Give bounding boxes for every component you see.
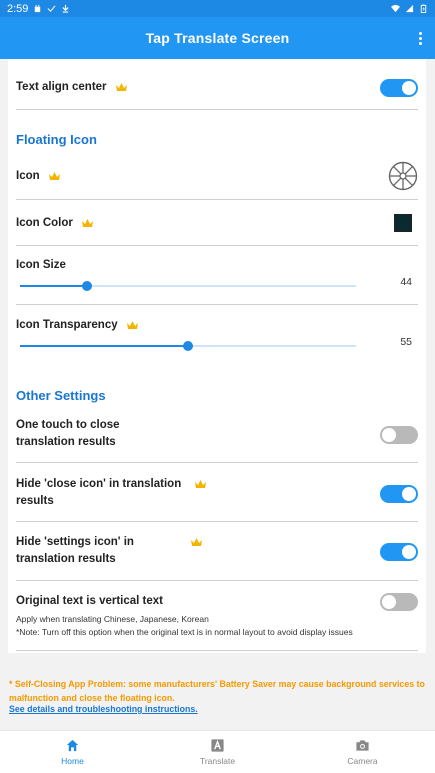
- divider: [16, 521, 418, 522]
- icon-transparency-label: Icon Transparency: [16, 319, 118, 331]
- setting-icon-transparency: Icon Transparency: [16, 317, 418, 337]
- status-bar: 2:59: [0, 0, 435, 17]
- premium-crown-icon: [195, 479, 207, 488]
- wifi-icon: [391, 4, 400, 13]
- vertical-text-warning-note: *Note: Turn off this option when the ori…: [16, 627, 353, 637]
- premium-crown-icon: [82, 218, 94, 227]
- download-icon: [62, 4, 70, 13]
- camera-icon: [356, 740, 369, 751]
- divider: [16, 650, 418, 651]
- slider-thumb[interactable]: [183, 341, 193, 351]
- setting-hide-settings-icon[interactable]: Hide 'settings icon' in translation resu…: [16, 534, 418, 570]
- icon-transparency-slider[interactable]: [20, 341, 356, 351]
- vertical-text-label: Original text is vertical text: [16, 595, 164, 607]
- icon-size-value: 44: [400, 276, 412, 288]
- setting-icon-color[interactable]: Icon Color: [16, 214, 418, 234]
- hide-settings-icon-label: Hide 'settings icon' in: [16, 536, 134, 548]
- nav-translate[interactable]: Translate: [145, 731, 290, 773]
- slider-fill: [20, 345, 188, 347]
- icon-size-label: Icon Size: [16, 259, 66, 271]
- icon-color-label: Icon Color: [16, 217, 73, 229]
- setting-vertical-text[interactable]: Original text is vertical text Apply whe…: [16, 593, 418, 643]
- vertical-text-note: Apply when translating Chinese, Japanese…: [16, 614, 209, 624]
- one-touch-close-label: One touch to close: [16, 419, 120, 431]
- home-icon: [66, 739, 79, 752]
- nav-home-label: Home: [61, 756, 84, 766]
- nav-home[interactable]: Home: [0, 731, 145, 773]
- troubleshooting-link[interactable]: See details and troubleshooting instruct…: [9, 704, 198, 714]
- android-icon: [35, 4, 41, 13]
- app-bar: Tap Translate Screen: [0, 17, 435, 59]
- premium-crown-icon: [126, 320, 138, 329]
- hide-close-icon-label-2: results: [16, 495, 54, 507]
- hide-close-icon-toggle[interactable]: [380, 485, 418, 503]
- divider: [16, 245, 418, 246]
- status-time: 2:59: [7, 2, 29, 15]
- settings-card: Text align center Floating Icon Icon Ico…: [8, 59, 426, 653]
- text-align-center-toggle[interactable]: [380, 79, 418, 97]
- battery-icon: [420, 4, 427, 13]
- check-icon: [47, 5, 57, 13]
- setting-hide-close-icon[interactable]: Hide 'close icon' in translation results: [16, 476, 418, 512]
- premium-crown-icon: [191, 538, 202, 546]
- icon-color-swatch[interactable]: [394, 214, 412, 232]
- hide-settings-icon-toggle[interactable]: [380, 543, 418, 561]
- nav-camera[interactable]: Camera: [290, 731, 435, 773]
- translate-icon: [211, 739, 224, 752]
- setting-text-align-center[interactable]: Text align center: [16, 78, 418, 98]
- one-touch-close-toggle[interactable]: [380, 426, 418, 444]
- divider: [16, 580, 418, 581]
- setting-icon-size: Icon Size: [16, 257, 418, 297]
- hide-settings-icon-label-2: translation results: [16, 553, 116, 565]
- nav-camera-label: Camera: [347, 756, 378, 766]
- icon-label: Icon: [16, 170, 40, 182]
- divider: [16, 304, 418, 305]
- hide-close-icon-label: Hide 'close icon' in translation: [16, 478, 182, 490]
- floating-icon-section-title: Floating Icon: [16, 132, 97, 147]
- premium-crown-icon: [115, 82, 127, 91]
- nav-translate-label: Translate: [199, 756, 236, 766]
- app-title: Tap Translate Screen: [145, 30, 290, 46]
- more-options-icon[interactable]: [411, 28, 429, 48]
- one-touch-close-label-2: translation results: [16, 436, 116, 448]
- divider: [16, 462, 418, 463]
- signal-icon: [405, 4, 414, 13]
- battery-saver-warning: * Self-Closing App Problem: some manufac…: [9, 679, 425, 703]
- icon-size-slider[interactable]: [20, 281, 356, 291]
- other-settings-section-title: Other Settings: [16, 388, 106, 403]
- bottom-navigation: Home Translate Camera: [0, 730, 435, 773]
- slider-fill: [20, 285, 88, 287]
- text-align-center-label: Text align center: [16, 81, 107, 93]
- setting-icon[interactable]: Icon: [16, 161, 418, 191]
- premium-crown-icon: [48, 171, 60, 180]
- setting-one-touch-close[interactable]: One touch to close translation results: [16, 417, 418, 453]
- divider: [16, 199, 418, 200]
- vertical-text-toggle[interactable]: [380, 593, 418, 611]
- icon-transparency-value: 55: [400, 336, 412, 348]
- divider: [16, 109, 418, 110]
- floating-icon-preview-icon[interactable]: [388, 161, 418, 191]
